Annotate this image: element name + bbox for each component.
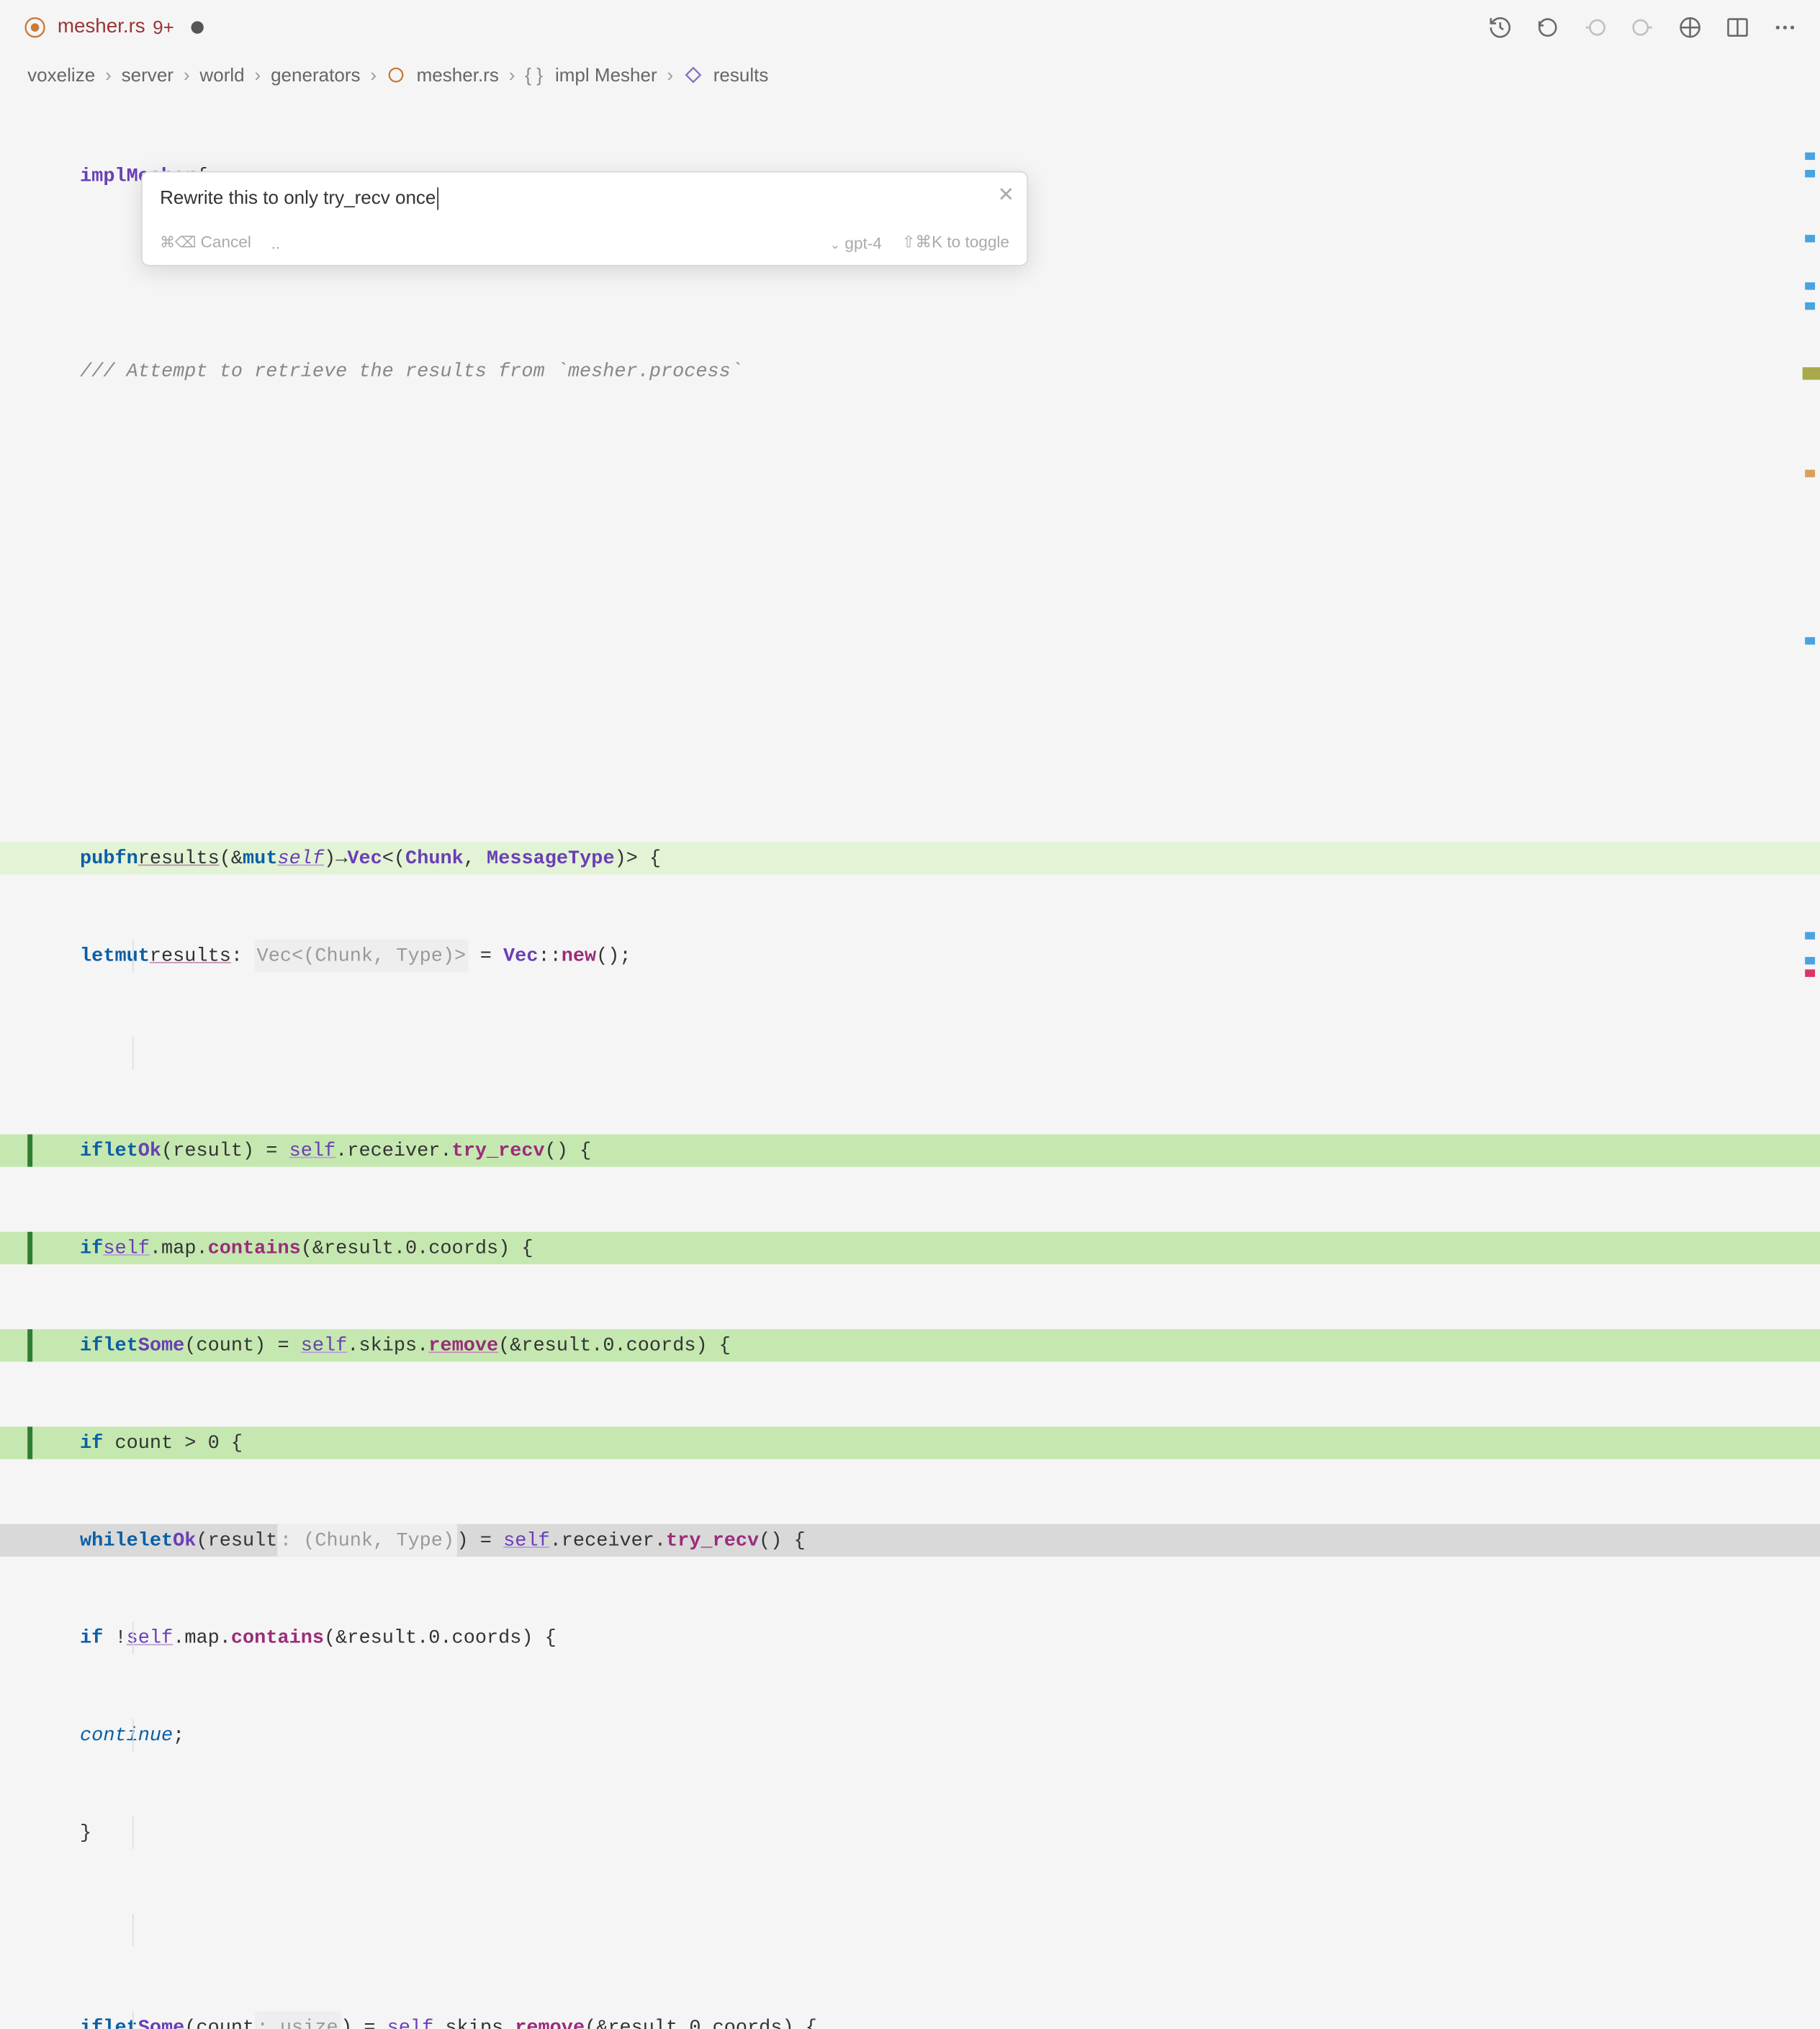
breadcrumb-item[interactable]: impl Mesher [555, 64, 657, 85]
breadcrumb-item[interactable]: generators [271, 64, 360, 85]
code-line-added[interactable]: if let Some(count) = self.skips.remove(&… [0, 1329, 1820, 1362]
breadcrumb-item[interactable]: results [713, 64, 769, 85]
rust-file-icon [387, 65, 407, 85]
breadcrumb-item[interactable]: server [122, 64, 174, 85]
code-line[interactable]: } [0, 1817, 1820, 1849]
chevron-right-icon: › [370, 64, 377, 85]
tab-badge: 9+ [153, 17, 174, 37]
tab-filename: mesher.rs [58, 17, 145, 39]
breadcrumb-item[interactable]: world [199, 64, 244, 85]
overview-ruler[interactable] [1798, 95, 1820, 1014]
code-line[interactable]: pub fn results(&mut self) → Vec<(Chunk, … [0, 842, 1820, 874]
editor-tab[interactable]: mesher.rs 9+ [22, 15, 204, 40]
code-line[interactable] [0, 549, 1820, 582]
inline-chat-prompt: ✕ Rewrite this to only try_recv once ⌘⌫ … [141, 171, 1028, 266]
breadcrumb-item[interactable]: voxelize [27, 64, 95, 85]
rust-file-icon [22, 15, 48, 40]
breadcrumb[interactable]: voxelize › server › world › generators ›… [0, 55, 1820, 95]
history-button[interactable]: .. [271, 233, 281, 252]
code-line[interactable]: if let Some(count: usize) = self.skips.r… [0, 2011, 1820, 2029]
code-line[interactable] [0, 647, 1820, 680]
ruler-mark [1805, 153, 1815, 160]
chevron-right-icon: › [105, 64, 112, 85]
model-selector[interactable]: ⌄ gpt-4 [830, 233, 882, 252]
code-line-added[interactable]: if count > 0 { [0, 1426, 1820, 1459]
ruler-mark [1805, 469, 1815, 477]
ruler-mark [1805, 235, 1815, 242]
ruler-mark [1805, 932, 1815, 939]
code-line[interactable] [0, 1914, 1820, 1946]
ruler-mark [1805, 957, 1815, 964]
ruler-mark [1805, 969, 1815, 976]
code-editor[interactable]: impl Mesher { /// Attempt to retrieve th… [0, 95, 1820, 1014]
chevron-right-icon: › [667, 64, 674, 85]
breadcrumb-item[interactable]: mesher.rs [417, 64, 499, 85]
editor-actions [1487, 15, 1797, 40]
run-ext-icon[interactable] [1677, 15, 1703, 40]
code-line-added[interactable]: if self.map.contains(&result.0.coords) { [0, 1232, 1820, 1264]
chevron-right-icon: › [184, 64, 190, 85]
code-line[interactable]: if !self.map.contains(&result.0.coords) … [0, 1621, 1820, 1654]
more-actions-icon[interactable] [1772, 15, 1798, 40]
history-icon[interactable] [1487, 15, 1513, 40]
code-line[interactable]: /// Attempt to retrieve the results from… [0, 355, 1820, 387]
ruler-mark [1805, 637, 1815, 644]
ruler-mark [1803, 367, 1820, 379]
code-line[interactable]: continue; [0, 1719, 1820, 1751]
revert-icon[interactable] [1535, 15, 1560, 40]
tab-bar: mesher.rs 9+ [0, 0, 1820, 55]
method-icon [683, 65, 703, 85]
code-line[interactable]: let mut results: Vec<(Chunk, Type)> = Ve… [0, 940, 1820, 972]
chevron-right-icon: › [509, 64, 515, 85]
code-line-added[interactable]: if let Ok(result) = self.receiver.try_re… [0, 1134, 1820, 1166]
ruler-mark [1805, 282, 1815, 289]
prompt-input[interactable]: Rewrite this to only try_recv once [160, 187, 1009, 210]
prev-change-icon[interactable] [1582, 15, 1608, 40]
code-line-removed[interactable]: while let Ok(result: (Chunk, Type)) = se… [0, 1524, 1820, 1557]
ruler-mark [1805, 302, 1815, 310]
split-editor-icon[interactable] [1725, 15, 1750, 40]
code-line[interactable] [0, 1037, 1820, 1069]
code-line[interactable] [0, 744, 1820, 777]
braces-icon: { } [525, 65, 545, 85]
chevron-right-icon: › [255, 64, 261, 85]
next-change-icon[interactable] [1630, 15, 1655, 40]
close-icon[interactable]: ✕ [998, 182, 1014, 207]
toggle-hint: ⇧⌘K to toggle [902, 233, 1009, 253]
ruler-mark [1805, 170, 1815, 177]
cancel-button[interactable]: ⌘⌫ Cancel [160, 233, 251, 253]
dirty-indicator-icon [192, 21, 204, 33]
code-line[interactable] [0, 452, 1820, 485]
